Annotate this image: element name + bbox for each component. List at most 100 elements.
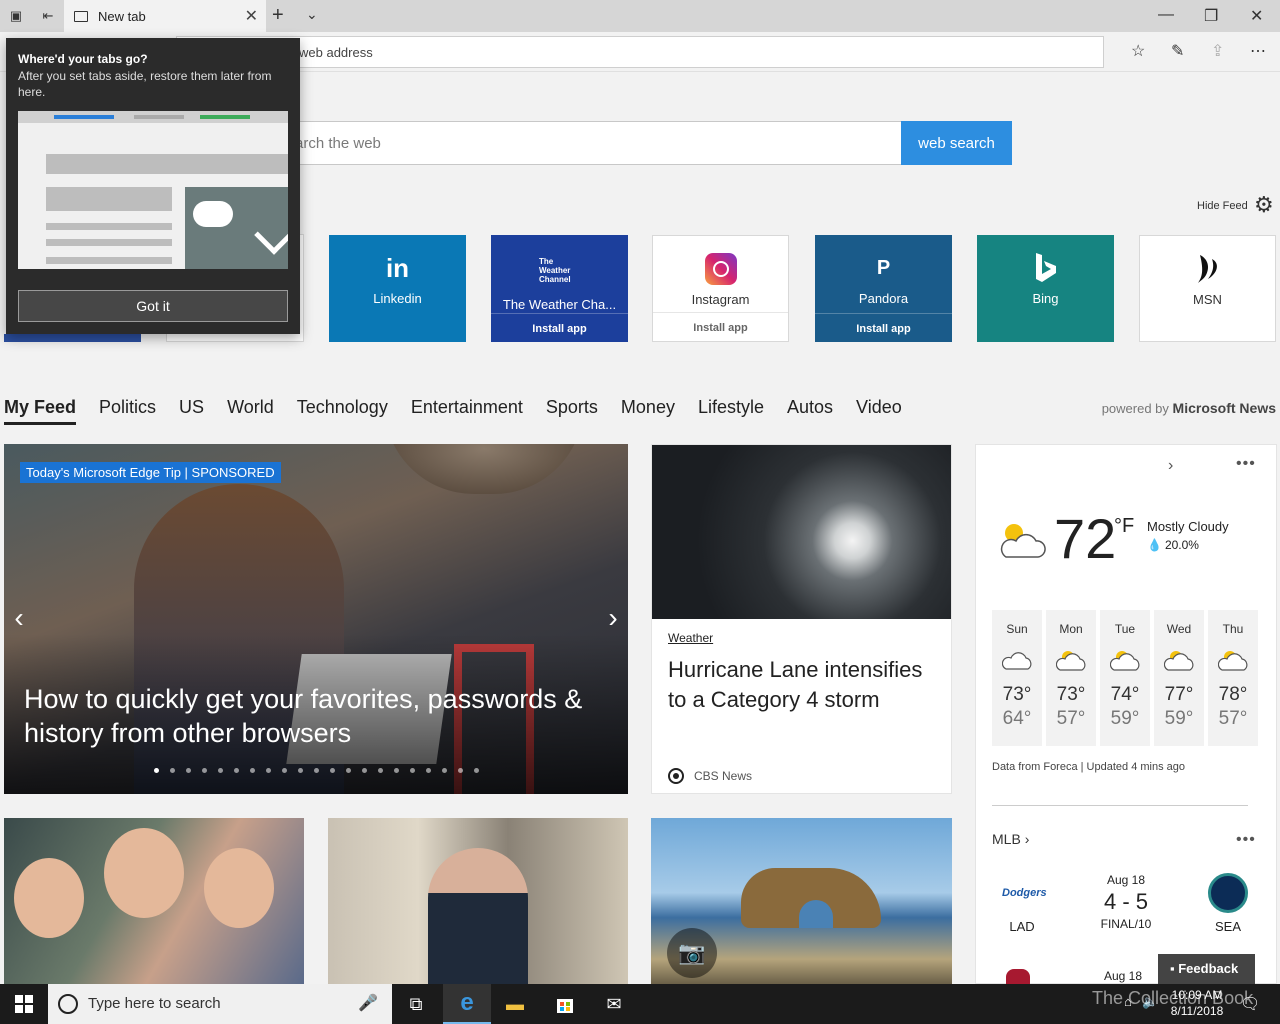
card-category[interactable]: Weather: [668, 631, 713, 645]
carousel-dot[interactable]: [330, 768, 335, 773]
more-options-icon[interactable]: •••: [1236, 831, 1256, 849]
action-center-icon[interactable]: 🗨: [1240, 994, 1260, 1014]
carousel-dot[interactable]: [442, 768, 447, 773]
hide-feed-link[interactable]: Hide Feed: [1197, 200, 1248, 212]
news-card-hurricane[interactable]: Weather Hurricane Lane intensifies to a …: [651, 444, 952, 794]
mlb-link[interactable]: MLB ›: [992, 831, 1029, 847]
feedback-button[interactable]: ▪ Feedback: [1158, 954, 1255, 984]
tab-sports[interactable]: Sports: [546, 397, 598, 425]
tab-new-tab[interactable]: New tab ✕: [64, 0, 266, 32]
satellite-image: [652, 445, 951, 619]
tab-world[interactable]: World: [227, 397, 274, 425]
tile-linkedin[interactable]: in Linkedin: [329, 235, 466, 342]
carousel-dot[interactable]: [314, 768, 319, 773]
tab-my-feed[interactable]: My Feed: [4, 397, 77, 425]
tile-bing[interactable]: Bing: [977, 235, 1114, 342]
web-note-icon[interactable]: ✎: [1171, 41, 1184, 61]
carousel-dot[interactable]: [202, 768, 207, 773]
tab-video[interactable]: Video: [856, 397, 902, 425]
close-window-icon[interactable]: ✕: [1250, 6, 1263, 26]
carousel-dot[interactable]: [378, 768, 383, 773]
tab-preview-chevron-icon[interactable]: ⌄: [306, 6, 318, 23]
carousel-dot[interactable]: [346, 768, 351, 773]
favorites-icon[interactable]: ☆: [1131, 41, 1145, 61]
photo-face: [104, 828, 184, 918]
carousel-dot[interactable]: [474, 768, 479, 773]
team-sea[interactable]: SEA: [1198, 873, 1258, 934]
task-view-icon[interactable]: ⧉: [392, 984, 440, 1024]
weather-data-source[interactable]: Data from Foreca | Updated 4 mins ago: [992, 761, 1185, 773]
close-tab-icon[interactable]: ✕: [245, 6, 258, 26]
carousel-dot[interactable]: [362, 768, 367, 773]
tile-pandora[interactable]: P Pandora Install app: [815, 235, 952, 342]
tab-money[interactable]: Money: [621, 397, 675, 425]
tab-autos[interactable]: Autos: [787, 397, 833, 425]
forecast-day[interactable]: Tue 74° 59°: [1100, 610, 1150, 746]
tab-lifestyle[interactable]: Lifestyle: [698, 397, 764, 425]
tab-politics[interactable]: Politics: [99, 397, 156, 425]
tile-label: Bing: [1032, 291, 1059, 306]
tile-weather-channel[interactable]: The Weather Channel The Weather Cha... I…: [491, 235, 628, 342]
share-icon[interactable]: ⇪: [1211, 41, 1224, 61]
carousel-dot[interactable]: [186, 768, 191, 773]
install-app-link[interactable]: Install app: [815, 323, 952, 335]
news-card-beach[interactable]: 📷: [651, 818, 952, 984]
hero-card[interactable]: Today's Microsoft Edge Tip | SPONSORED ‹…: [4, 444, 628, 794]
minimize-icon[interactable]: —: [1158, 6, 1174, 24]
tab-technology[interactable]: Technology: [297, 397, 388, 425]
carousel-dot[interactable]: [394, 768, 399, 773]
more-icon[interactable]: ⋯: [1250, 41, 1266, 61]
carousel-dot[interactable]: [426, 768, 431, 773]
forecast-day[interactable]: Thu 78° 57°: [1208, 610, 1258, 746]
news-card-man[interactable]: [328, 818, 628, 984]
microphone-icon[interactable]: 🎤: [358, 993, 378, 1013]
store-icon[interactable]: [541, 984, 589, 1024]
carousel-dots[interactable]: [154, 768, 490, 773]
set-tabs-aside-icon[interactable]: ⇤: [36, 4, 60, 28]
game-score[interactable]: Aug 18 4 - 5 FINAL/10: [1086, 873, 1166, 931]
install-app-link[interactable]: Install app: [491, 323, 628, 335]
carousel-dot[interactable]: [410, 768, 415, 773]
hero-headline[interactable]: How to quickly get your favorites, passw…: [24, 682, 614, 750]
forecast-day[interactable]: Mon 73° 57°: [1046, 610, 1096, 746]
carousel-dot[interactable]: [218, 768, 223, 773]
address-bar[interactable]: web address: [176, 36, 1104, 68]
carousel-dot[interactable]: [298, 768, 303, 773]
carousel-dot[interactable]: [266, 768, 271, 773]
restore-icon[interactable]: ❐: [1204, 6, 1218, 26]
clock[interactable]: 10:09 AM 8/11/2018: [1162, 987, 1232, 1019]
carousel-dot[interactable]: [234, 768, 239, 773]
tile-hidden-1[interactable]: [4, 334, 141, 342]
web-search-button[interactable]: web search: [901, 121, 1012, 165]
start-windows-icon[interactable]: [0, 984, 48, 1024]
news-card-family[interactable]: [4, 818, 304, 984]
gear-icon[interactable]: ⚙: [1254, 193, 1274, 217]
tabs-aside-icon[interactable]: ▣: [4, 4, 28, 28]
carousel-dot[interactable]: [282, 768, 287, 773]
carousel-dot[interactable]: [154, 768, 159, 773]
temperature-unit[interactable]: °F: [1114, 515, 1134, 538]
carousel-dot[interactable]: [170, 768, 175, 773]
new-tab-icon[interactable]: +: [272, 4, 284, 27]
mail-icon[interactable]: ✉: [590, 984, 638, 1024]
carousel-dot[interactable]: [250, 768, 255, 773]
tile-instagram[interactable]: Instagram Install app: [652, 235, 789, 342]
team-lad[interactable]: Dodgers LAD: [992, 873, 1052, 934]
tab-us[interactable]: US: [179, 397, 204, 425]
carousel-prev-icon[interactable]: ‹: [4, 594, 34, 642]
tab-entertainment[interactable]: Entertainment: [411, 397, 523, 425]
camera-icon[interactable]: 📷: [667, 928, 717, 978]
file-explorer-icon[interactable]: ▬: [491, 984, 539, 1024]
chevron-right-icon[interactable]: ›: [1168, 457, 1173, 475]
card-headline[interactable]: Hurricane Lane intensifies to a Category…: [668, 655, 943, 715]
carousel-dot[interactable]: [458, 768, 463, 773]
taskbar-search-input[interactable]: Type here to search 🎤: [48, 984, 392, 1024]
edge-icon[interactable]: e: [443, 984, 491, 1024]
forecast-day[interactable]: Sun 73° 64°: [992, 610, 1042, 746]
tile-msn[interactable]: MSN: [1139, 235, 1276, 342]
install-app-link[interactable]: Install app: [653, 322, 788, 334]
carousel-next-icon[interactable]: ›: [598, 594, 628, 642]
forecast-day[interactable]: Wed 77° 59°: [1154, 610, 1204, 746]
got-it-button[interactable]: Got it: [18, 290, 288, 322]
more-options-icon[interactable]: •••: [1236, 455, 1256, 473]
